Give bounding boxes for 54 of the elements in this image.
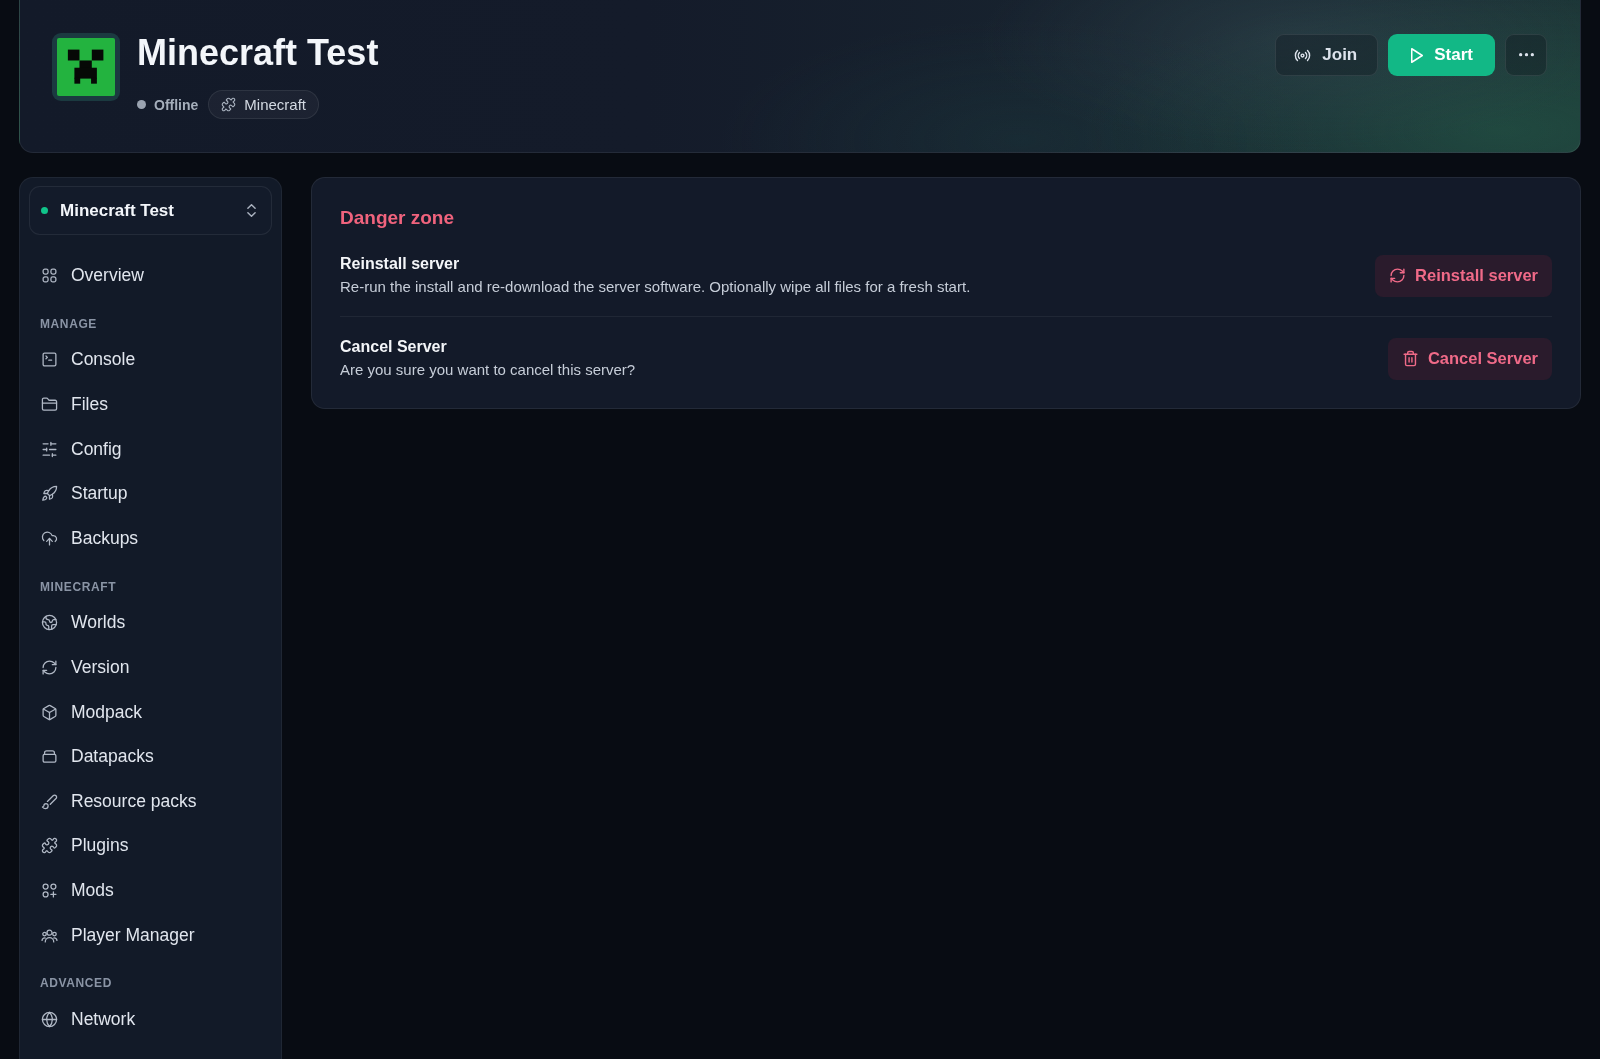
- setting-title: Cancel Server: [340, 337, 448, 357]
- trash-icon: [1401, 350, 1419, 367]
- folder-icon: [41, 396, 58, 413]
- nav-item[interactable]: Player Manager: [29, 912, 272, 958]
- nav-item[interactable]: Network: [29, 997, 272, 1042]
- section-label: ADVANCED: [40, 975, 113, 992]
- grid-plus-icon: [41, 881, 58, 899]
- earth-icon: [41, 614, 58, 632]
- nav-item[interactable]: Resource packs: [29, 778, 272, 824]
- sliders-icon: [41, 440, 58, 458]
- status-dot-icon: [137, 100, 146, 109]
- nav-item[interactable]: Modpack: [29, 689, 272, 735]
- refresh-icon: [1389, 267, 1407, 284]
- cancel-button[interactable]: Cancel Server: [1387, 337, 1552, 380]
- nav-item[interactable]: Mods: [29, 868, 272, 913]
- grid-icon: [41, 266, 58, 284]
- section-label: MINECRAFT: [40, 578, 118, 595]
- status-dot-icon: [41, 207, 48, 214]
- nav-item[interactable]: Config: [29, 426, 272, 472]
- refresh-icon: [41, 658, 58, 676]
- nav-item[interactable]: Worlds: [29, 600, 272, 646]
- section-label: MANAGE: [40, 315, 98, 332]
- play-icon: [1411, 47, 1424, 63]
- nav-item[interactable]: Overview: [29, 253, 272, 298]
- reinstall-button[interactable]: Reinstall server: [1375, 254, 1552, 297]
- terminal-icon: [41, 351, 58, 369]
- pixel-face-icon: [52, 33, 120, 101]
- ellipsis-icon: [1518, 53, 1534, 57]
- cube-icon: [41, 703, 58, 721]
- join-button[interactable]: Join: [1275, 34, 1379, 76]
- nav-item[interactable]: Startup: [29, 471, 272, 516]
- nav-item[interactable]: Version: [29, 645, 272, 690]
- setting-description: Re-run the install and re-download the server software. Optionally wipe all files for a fresh start.: [340, 277, 971, 297]
- puzzle-icon: [221, 97, 237, 112]
- nav-item[interactable]: Plugins: [29, 823, 272, 869]
- server-selector[interactable]: Minecraft Test: [29, 186, 272, 235]
- archive-icon: [41, 748, 58, 766]
- setting-title: Reinstall server: [340, 254, 461, 274]
- panel-title: Danger zone: [340, 206, 456, 230]
- status-label: Offline: [154, 96, 199, 113]
- server-title: Minecraft Test: [137, 33, 379, 73]
- paintbrush-icon: [41, 792, 58, 810]
- rocket-icon: [41, 485, 58, 503]
- puzzle-icon: [41, 837, 58, 855]
- nav-item[interactable]: Datapacks: [29, 734, 272, 779]
- cloud-upload-icon: [41, 529, 58, 547]
- nav-item[interactable]: Backups: [29, 515, 272, 561]
- game-name: Minecraft: [244, 96, 307, 113]
- nav-item[interactable]: Files: [29, 382, 272, 427]
- more-button[interactable]: [1505, 34, 1547, 76]
- nav-item[interactable]: Console: [29, 337, 272, 383]
- chevrons-up-down-icon: [247, 204, 256, 217]
- globe-icon: [41, 1011, 58, 1029]
- setting-description: Are you sure you want to cancel this server?: [340, 360, 636, 380]
